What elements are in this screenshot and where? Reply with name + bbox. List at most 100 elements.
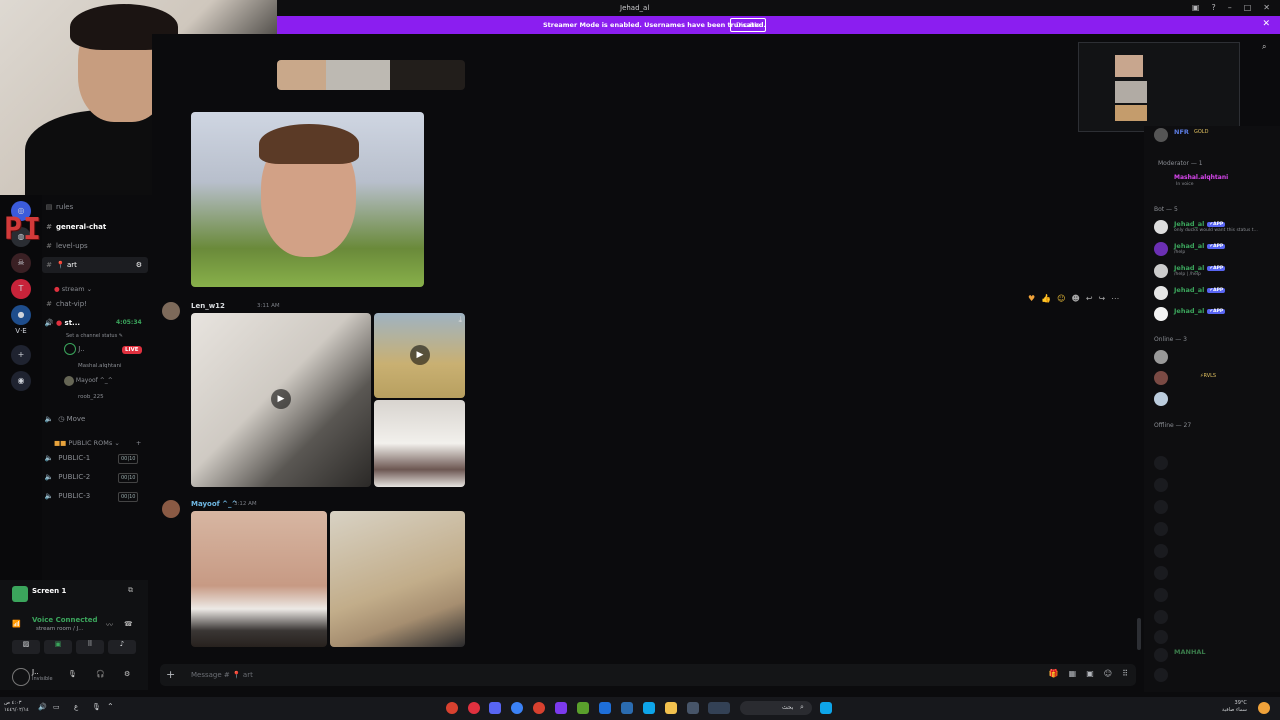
store-icon[interactable] [643,702,655,714]
member-item[interactable] [1154,478,1274,494]
heart-reaction-icon[interactable]: ♥ [1028,294,1035,303]
minecraft-icon[interactable] [577,702,589,714]
maximize-icon[interactable]: □ [1244,3,1252,12]
widgets-icon[interactable] [708,702,730,714]
search-icon[interactable]: ⌕ [1262,42,1266,52]
browser-icon[interactable] [511,702,523,714]
discord-icon[interactable] [489,702,501,714]
attachment-image[interactable] [374,400,465,487]
close-icon[interactable]: ✕ [1263,3,1270,12]
play-icon[interactable]: ▶ [410,345,430,365]
voice-channel-public-3[interactable]: 🔈 PUBLIC-3 00|10 [42,488,148,504]
noise-suppression-icon[interactable]: 〰 [106,620,113,630]
member-item[interactable] [1154,630,1274,646]
category-public-roms[interactable]: ■■ PUBLIC ROMs ⌄ + [54,439,141,447]
user-settings-icon[interactable]: ⚙ [124,670,130,678]
gift-icon[interactable]: 🎁 [1049,669,1059,678]
app-icon[interactable] [468,702,480,714]
voice-channel-public-1[interactable]: 🔈 PUBLIC-1 00|10 [42,450,148,466]
member-item[interactable]: ⚡RVLS [1154,371,1274,387]
member-item[interactable] [1154,350,1274,366]
server-icon[interactable]: ☠ [11,253,31,273]
channel-art[interactable]: # 📍 art ⚙ [42,257,148,273]
member-item[interactable] [1154,668,1274,684]
microphone-icon[interactable]: 🎙 [68,670,77,678]
thumbs-up-icon[interactable]: 👍 [1041,294,1051,303]
video-attachment[interactable]: ▶ [191,313,371,487]
message-author[interactable]: Len_w12 [191,302,225,310]
member-item[interactable]: Jehad_al ✔APP/help [1154,242,1274,258]
taskbar-search[interactable]: بحث ⌕ [740,701,812,715]
member-item[interactable]: Jehad_al ✔APP [1154,307,1274,323]
network-icon[interactable]: ▭ [53,703,60,711]
member-item[interactable] [1154,610,1274,626]
avatar[interactable] [162,500,180,518]
forward-icon[interactable]: ↪ [1099,294,1106,303]
add-attachment-icon[interactable]: + [166,668,175,681]
member-item[interactable]: MANHAL [1154,648,1274,664]
member-item[interactable]: Mashal.alqhtani In voice [1154,174,1274,190]
mic-tray-icon[interactable]: 🎙 [92,703,101,711]
add-reaction-icon[interactable]: ☻ [1071,294,1079,303]
activities-icon[interactable]: ⠿ [76,640,104,654]
settings-icon[interactable]: ⚙ [136,257,142,273]
game-icon[interactable] [555,702,567,714]
laugh-reaction-icon[interactable]: ☺ [1057,294,1065,303]
member-item[interactable] [1154,456,1274,472]
voice-channel-move[interactable]: 🔈 ◷ Move [42,411,148,427]
member-item[interactable]: NFR GOLD [1154,128,1274,144]
member-item[interactable] [1154,392,1274,408]
play-icon[interactable]: ▶ [271,389,291,409]
member-item[interactable] [1154,566,1274,582]
soundboard-icon[interactable]: ♪ [108,640,136,654]
tray-expand-icon[interactable]: ⌃ [107,702,114,711]
gif-icon[interactable]: ▦ [1069,669,1077,678]
member-item[interactable] [1154,544,1274,560]
screen-share-button[interactable]: ▣ [44,640,72,654]
popout-icon[interactable]: ⧉ [128,586,133,595]
edge-icon[interactable] [621,702,633,714]
voice-channel-public-2[interactable]: 🔈 PUBLIC-2 00|10 [42,469,148,485]
attachment-image[interactable] [191,112,424,287]
message-input[interactable]: Message # 📍 art [191,671,253,679]
start-icon[interactable] [820,702,832,714]
channel-chat-vip[interactable]: # chat-vip! [42,296,148,312]
member-item[interactable]: Jehad_al ✔APP only ducks would want this s… [1154,220,1274,236]
channel-rules[interactable]: ▤ rules [42,199,148,215]
member-item[interactable] [1154,522,1274,538]
download-icon[interactable]: ⤓ [458,315,462,325]
close-banner-icon[interactable]: ✕ [1262,19,1270,29]
chrome-icon[interactable] [446,702,458,714]
channel-general-chat[interactable]: # general-chat [42,219,148,235]
avatar[interactable] [162,302,180,320]
inbox-icon[interactable]: ▣ [1192,3,1200,12]
minimize-icon[interactable]: – [1228,3,1232,12]
help-icon[interactable]: ? [1211,3,1215,12]
language-indicator[interactable]: ع [74,703,78,711]
app-icon[interactable] [599,702,611,714]
avatar[interactable] [12,668,30,686]
more-options-icon[interactable]: ⋯ [1111,294,1119,303]
stream-preview-window[interactable] [1078,42,1240,132]
member-item[interactable] [1154,500,1274,516]
taskbar-clock[interactable]: ٤:٠٣ ص ١٤٤٦/٠٢/١٤ [4,700,29,714]
member-item[interactable]: Jehad_al ✔APP [1154,286,1274,302]
attachment-image[interactable] [330,511,465,647]
server-icon[interactable]: V·E [11,321,31,341]
message-author[interactable]: Mayoof ^_^ [191,500,237,508]
apps-icon[interactable]: ⠿ [1122,669,1128,678]
chat-scrollbar[interactable] [1137,618,1141,650]
category-stream[interactable]: ● stream ⌄ [54,285,92,293]
discover-icon[interactable]: ◉ [11,371,31,391]
volume-icon[interactable]: 🔊 [38,703,47,711]
sticker-icon[interactable]: ▣ [1086,669,1094,678]
weather-widget[interactable]: 39°C سماء صافية [1222,700,1247,714]
add-server-icon[interactable]: + [11,345,31,365]
attachment-image[interactable] [277,60,465,90]
server-icon[interactable]: T [11,279,31,299]
attachment-image[interactable] [191,511,327,647]
headphones-icon[interactable]: 🎧 [96,670,105,678]
file-explorer-icon[interactable] [665,702,677,714]
chrome-icon[interactable] [533,702,545,714]
video-attachment[interactable]: ▶ ⤓ [374,313,465,398]
